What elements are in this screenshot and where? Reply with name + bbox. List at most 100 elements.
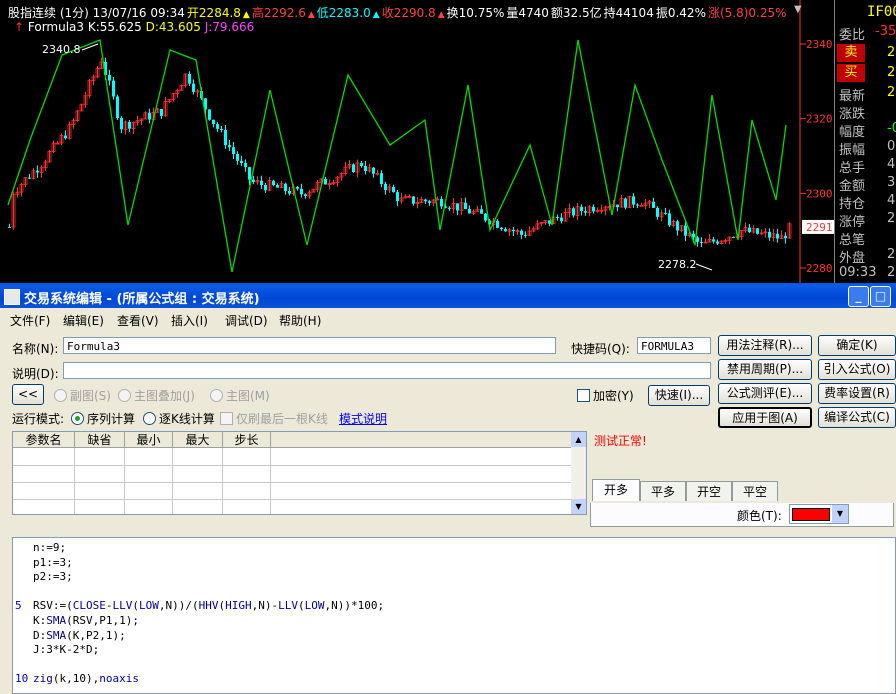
zig-indicator-line — [7, 39, 787, 273]
code-line[interactable]: D:SMA(K,P2,1); — [33, 629, 126, 642]
collapse-button[interactable]: << — [12, 384, 44, 405]
indicator-d-value: D:43.605 — [145, 20, 201, 34]
candle-body — [300, 188, 303, 195]
menu-file[interactable]: 文件(F) — [10, 312, 50, 329]
candle-body — [296, 186, 299, 189]
contract-code: IF00 — [867, 4, 896, 20]
app-icon — [4, 289, 20, 305]
candle-body — [324, 178, 327, 185]
candle-body — [384, 183, 387, 191]
code-line[interactable]: p1:=3; — [33, 556, 73, 569]
scroll-up-icon[interactable]: ▲ — [571, 432, 586, 447]
quote-info-3: 低2283.0 — [316, 6, 371, 20]
disable-period-button[interactable]: 禁用周期(P)... — [718, 359, 812, 380]
candle-body — [112, 80, 115, 97]
code-line[interactable]: zig(k,10),noaxis — [33, 672, 139, 685]
code-line[interactable]: n:=9; — [33, 541, 66, 554]
code-line[interactable]: p2:=3; — [33, 570, 73, 583]
chart-scroll-arrow-icon[interactable]: ▼ — [794, 4, 802, 15]
scroll-down-icon[interactable]: ▼ — [571, 499, 586, 514]
hotkey-input[interactable]: FORMULA3 — [637, 337, 711, 354]
candle-body — [732, 236, 735, 238]
param-table-scrollbar[interactable]: ▲ ▼ — [571, 432, 586, 514]
param-header-blank — [271, 432, 571, 448]
candle-body — [64, 135, 67, 139]
color-label: 颜色(T): — [737, 509, 782, 523]
candle-body — [712, 239, 715, 242]
param-table[interactable]: 参数名 缺省 最小 最大 步长 ▲ ▼ — [12, 431, 587, 515]
desc-input[interactable] — [63, 362, 711, 379]
tab-panel: 颜色(T): ▼ — [590, 503, 894, 527]
candle-body — [668, 213, 671, 226]
quote-arrow-icon: ▲ — [372, 10, 380, 20]
usage-note-button[interactable]: 用法注释(R)... — [718, 335, 812, 356]
candle-body — [412, 196, 415, 204]
candle-body — [584, 211, 587, 213]
candle-body — [216, 124, 219, 129]
formula-test-button[interactable]: 公式测评(E)... — [718, 383, 812, 404]
minimize-icon[interactable]: _ — [848, 286, 869, 307]
menu-view[interactable]: 查看(V) — [117, 312, 159, 329]
menu-insert[interactable]: 插入(I) — [171, 312, 208, 329]
code-line[interactable]: RSV:=(CLOSE-LLV(LOW,N))/(HHV(HIGH,N)-LLV… — [33, 599, 384, 612]
quote-info-5: 换10.75% — [446, 6, 505, 20]
only-last-bar-checkbox[interactable]: 仅刷最后一根K线 — [220, 410, 328, 427]
encrypt-checkbox[interactable]: 加密(Y) — [577, 387, 634, 404]
candle-body — [276, 185, 279, 188]
kline-chart[interactable]: 2340 2320 2300 2291 2280 2340.8 2278.2 股指连续 (1… — [0, 0, 896, 283]
candle-body — [224, 129, 227, 146]
color-select[interactable]: ▼ — [789, 504, 849, 524]
hotkey-label: 快捷码(Q): — [571, 342, 630, 356]
code-line[interactable]: K:SMA(RSV,P1,1); — [33, 614, 139, 627]
tab-close-short[interactable]: 平空 — [732, 481, 778, 501]
quote-row-value: 22 — [887, 265, 896, 280]
apply-to-chart-button[interactable]: 应用于图(A) — [718, 407, 812, 428]
import-formula-button[interactable]: 引入公式(O) — [818, 359, 896, 380]
tab-close-long[interactable]: 平多 — [640, 481, 686, 501]
kline-chart-canvas[interactable]: 2340 2320 2300 2291 2280 2340.8 2278.2 — [0, 0, 834, 283]
candle-body — [264, 185, 267, 191]
menu-debug[interactable]: 调试(D) — [225, 312, 268, 329]
tab-open-long[interactable]: 开多 — [592, 479, 640, 501]
candle-body — [36, 170, 39, 173]
candle-body — [240, 160, 243, 164]
chevron-down-icon[interactable]: ▼ — [832, 505, 848, 523]
last-price-label: 2291 — [806, 221, 833, 234]
desc-label: 说明(D): — [12, 367, 59, 381]
radio-per-bar-calc[interactable]: 逐K线计算 — [143, 410, 215, 427]
code-line[interactable]: J:3*K-2*D; — [33, 643, 99, 656]
ok-button[interactable]: 确定(K) — [818, 335, 896, 356]
radio-main-overlay[interactable]: 主图叠加(J) — [118, 387, 195, 404]
candle-body — [572, 208, 575, 216]
trading-system-editor-dialog: 交易系统编辑 - (所属公式组 : 交易系统) _ □ 文件(F) 编辑(E) … — [0, 283, 896, 694]
radio-main-chart[interactable]: 主图(M) — [210, 387, 270, 404]
price-tick-label: 2320 — [806, 113, 833, 126]
indicator-name: Formula3 — [27, 20, 85, 34]
sell-badge: 卖 — [837, 44, 865, 62]
quick-button[interactable]: 快速(I)... — [648, 385, 710, 406]
quote-row-label: 总手 — [839, 161, 866, 176]
candle-body — [632, 196, 635, 205]
code-editor[interactable]: n:=9; p1:=3; p2:=3; 5 RSV:=(CLOSE-LLV(LOW,N)… — [12, 537, 896, 694]
menu-edit[interactable]: 编辑(E) — [63, 312, 104, 329]
candle-body — [560, 217, 563, 222]
candle-body — [396, 192, 399, 202]
maximize-icon[interactable]: □ — [870, 286, 891, 307]
candle-body — [244, 163, 247, 168]
tab-open-short[interactable]: 开空 — [686, 481, 732, 501]
quote-row-value: 25 — [887, 211, 896, 226]
mode-help-link[interactable]: 模式说明 — [339, 410, 387, 427]
quote-row-label: 振幅 — [839, 143, 866, 158]
radio-sequence-calc[interactable]: 序列计算 — [71, 410, 135, 427]
name-input[interactable]: Formula3 — [63, 337, 556, 354]
radio-sub-chart[interactable]: 副图(S) — [54, 387, 111, 404]
dialog-titlebar[interactable]: 交易系统编辑 - (所属公式组 : 交易系统) _ □ — [0, 284, 896, 308]
candle-body — [616, 204, 619, 208]
candle-body — [208, 109, 211, 120]
candle-body — [236, 154, 239, 161]
candle-body — [428, 201, 431, 203]
menu-help[interactable]: 帮助(H) — [279, 312, 321, 329]
price-tick-label: 2340 — [806, 38, 833, 51]
fee-settings-button[interactable]: 费率设置(R) — [818, 383, 896, 404]
compile-formula-button[interactable]: 编译公式(C) — [818, 407, 896, 428]
